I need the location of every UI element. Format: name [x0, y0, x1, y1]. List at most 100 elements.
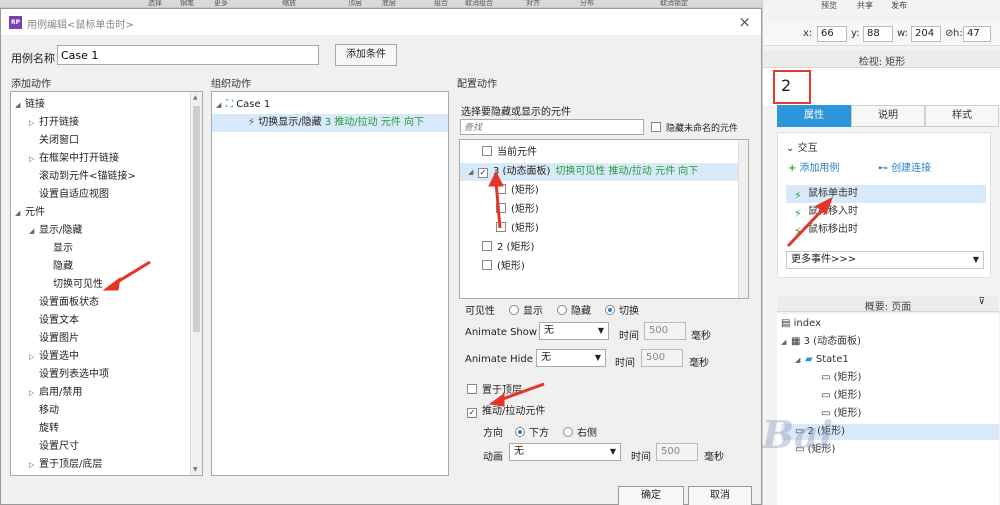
- widget-checkbox[interactable]: [482, 260, 492, 270]
- widget-checkbox[interactable]: [496, 184, 506, 194]
- widget-search-input[interactable]: [460, 119, 644, 135]
- widget-name-field[interactable]: 2: [773, 70, 811, 104]
- time-show-input[interactable]: 500: [644, 322, 686, 340]
- action-item[interactable]: ◢ 链接: [15, 96, 45, 114]
- filter-icon[interactable]: ⊽: [978, 297, 985, 307]
- action-item[interactable]: 设置图片: [29, 330, 79, 348]
- action-item[interactable]: 设置面板状态: [29, 294, 99, 312]
- tab-notes[interactable]: 说明: [851, 105, 925, 127]
- toolbar-select[interactable]: 选择: [148, 0, 162, 8]
- vis-toggle-radio[interactable]: 切换: [605, 302, 639, 317]
- cancel-button[interactable]: 取消: [688, 486, 752, 505]
- h-input[interactable]: 47: [963, 26, 991, 42]
- menu-publish[interactable]: 发布: [891, 0, 907, 11]
- widget-row[interactable]: (矩形): [460, 220, 539, 238]
- expand-icon[interactable]: ◢: [15, 96, 25, 114]
- scroll-up-icon[interactable]: ▲: [193, 94, 198, 101]
- scrollbar-thumb[interactable]: [193, 106, 200, 332]
- action-item[interactable]: ▷ 在框架中打开链接: [29, 150, 119, 168]
- push-pull-checkbox[interactable]: ✓ 推动/拉动元件: [467, 402, 545, 418]
- time-hide-input[interactable]: 500: [641, 349, 683, 367]
- action-item[interactable]: 关闭窗口: [29, 132, 79, 150]
- create-link-link[interactable]: ⊷ 创建连接: [878, 159, 931, 174]
- widget-row[interactable]: ◢ ✓ 3 (动态面板) 切换可见性 推动/拉动 元件 向下: [460, 163, 746, 181]
- toolbar-distribute[interactable]: 分布: [580, 0, 594, 8]
- expand-icon[interactable]: ▷: [29, 384, 39, 402]
- widget-row[interactable]: 2 (矩形): [460, 239, 534, 257]
- more-events-select[interactable]: 更多事件>>> ▼: [786, 251, 984, 269]
- dir-right-radio[interactable]: 右侧: [563, 424, 597, 439]
- action-item[interactable]: ▷ 设置选中: [29, 348, 79, 366]
- menu-share[interactable]: 共享: [857, 0, 873, 11]
- toolbar-pen[interactable]: 钢笔: [180, 0, 194, 8]
- action-item[interactable]: ▷ 启用/禁用: [29, 384, 82, 402]
- toolbar-group[interactable]: 组合: [434, 0, 448, 8]
- action-item[interactable]: 设置列表选中项: [29, 366, 109, 384]
- action-item[interactable]: ▷ 打开链接: [29, 114, 79, 132]
- expand-icon[interactable]: ▷: [29, 348, 39, 366]
- action-item[interactable]: 设置自适应视图: [29, 186, 109, 204]
- scrollbar[interactable]: [738, 140, 748, 298]
- widget-row[interactable]: 当前元件: [460, 144, 537, 162]
- toolbar-back[interactable]: 底层: [382, 0, 396, 8]
- vis-show-radio[interactable]: 显示: [509, 302, 543, 317]
- expand-icon[interactable]: ◢: [29, 222, 39, 240]
- animate-show-select[interactable]: 无 ▼: [539, 322, 609, 340]
- widget-checkbox[interactable]: ✓: [478, 168, 488, 178]
- widget-checkbox[interactable]: [482, 241, 492, 251]
- toolbar-ungroup[interactable]: 取消组合: [465, 0, 493, 8]
- action-item[interactable]: 旋转: [29, 420, 59, 438]
- widget-row[interactable]: (矩形): [460, 182, 539, 200]
- animation-select[interactable]: 无 ▼: [509, 443, 621, 461]
- action-item[interactable]: ◢ 元件: [15, 204, 45, 222]
- vis-hide-radio[interactable]: 隐藏: [557, 302, 591, 317]
- widget-checkbox[interactable]: [482, 146, 492, 156]
- x-input[interactable]: 66: [817, 26, 847, 42]
- action-item[interactable]: 隐藏: [43, 258, 73, 276]
- outline-row-index[interactable]: ▤ index: [781, 316, 821, 332]
- scrollbar[interactable]: ▲ ▼: [190, 92, 202, 475]
- event-click[interactable]: ⚡ 鼠标单击时: [786, 185, 986, 203]
- widget-row[interactable]: (矩形): [460, 258, 525, 276]
- scroll-down-icon[interactable]: ▼: [193, 466, 198, 473]
- event-mouse-enter[interactable]: ⚡ 鼠标移入时: [786, 203, 986, 221]
- time-anim-input[interactable]: 500: [656, 443, 698, 461]
- hide-unnamed-checkbox[interactable]: 隐藏未命名的元件: [651, 121, 738, 134]
- tab-style[interactable]: 样式: [925, 105, 999, 127]
- ok-button[interactable]: 确定: [618, 486, 684, 505]
- action-row[interactable]: ⚡ 切换显示/隐藏 3 推动/拉动 元件 向下: [212, 114, 448, 132]
- expand-icon[interactable]: ▷: [29, 150, 39, 168]
- expand-icon[interactable]: ▷: [29, 114, 39, 132]
- section-title[interactable]: ⌄ 交互: [786, 139, 818, 154]
- toolbar-zoom[interactable]: 缩放: [282, 0, 296, 8]
- close-icon[interactable]: ×: [738, 13, 751, 31]
- action-item[interactable]: 滚动到元件<锚链接>: [29, 168, 136, 186]
- toolbar-more[interactable]: 更多: [214, 0, 228, 8]
- event-mouse-leave[interactable]: ⚡ 鼠标移出时: [786, 221, 986, 239]
- outline-row-rect[interactable]: ▭ (矩形): [821, 388, 861, 404]
- add-case-link[interactable]: + 添加用例: [788, 159, 839, 174]
- menu-preview[interactable]: 预览: [821, 0, 837, 11]
- case-row[interactable]: ◢ ⛶ Case 1: [216, 96, 270, 114]
- outline-row-state[interactable]: ◢ ▰ State1: [795, 352, 849, 368]
- toolbar-front[interactable]: 顶层: [348, 0, 362, 8]
- widget-checkbox[interactable]: [496, 203, 506, 213]
- action-item[interactable]: 显示: [43, 240, 73, 258]
- widget-row[interactable]: (矩形): [460, 201, 539, 219]
- expand-icon[interactable]: ◢: [468, 163, 478, 181]
- y-input[interactable]: 88: [863, 26, 893, 42]
- toolbar-align[interactable]: 对齐: [526, 0, 540, 8]
- w-input[interactable]: 204: [911, 26, 941, 42]
- expand-icon[interactable]: ▷: [29, 456, 39, 474]
- tab-properties[interactable]: 属性: [777, 105, 851, 127]
- outline-row-rect[interactable]: ▭ (矩形): [821, 370, 861, 386]
- action-item[interactable]: ▷ 置于顶层/底层: [29, 456, 102, 474]
- toolbar-unlock[interactable]: 取消锁定: [660, 0, 688, 8]
- action-item[interactable]: 移动: [29, 402, 59, 420]
- expand-icon[interactable]: ◢: [15, 204, 25, 222]
- outline-row-panel[interactable]: ◢ ▦ 3 (动态面板): [781, 334, 861, 350]
- case-name-input[interactable]: [57, 45, 319, 65]
- action-item[interactable]: 切换可见性: [43, 276, 103, 294]
- animate-hide-select[interactable]: 无 ▼: [536, 349, 606, 367]
- action-item[interactable]: 设置尺寸: [29, 438, 79, 456]
